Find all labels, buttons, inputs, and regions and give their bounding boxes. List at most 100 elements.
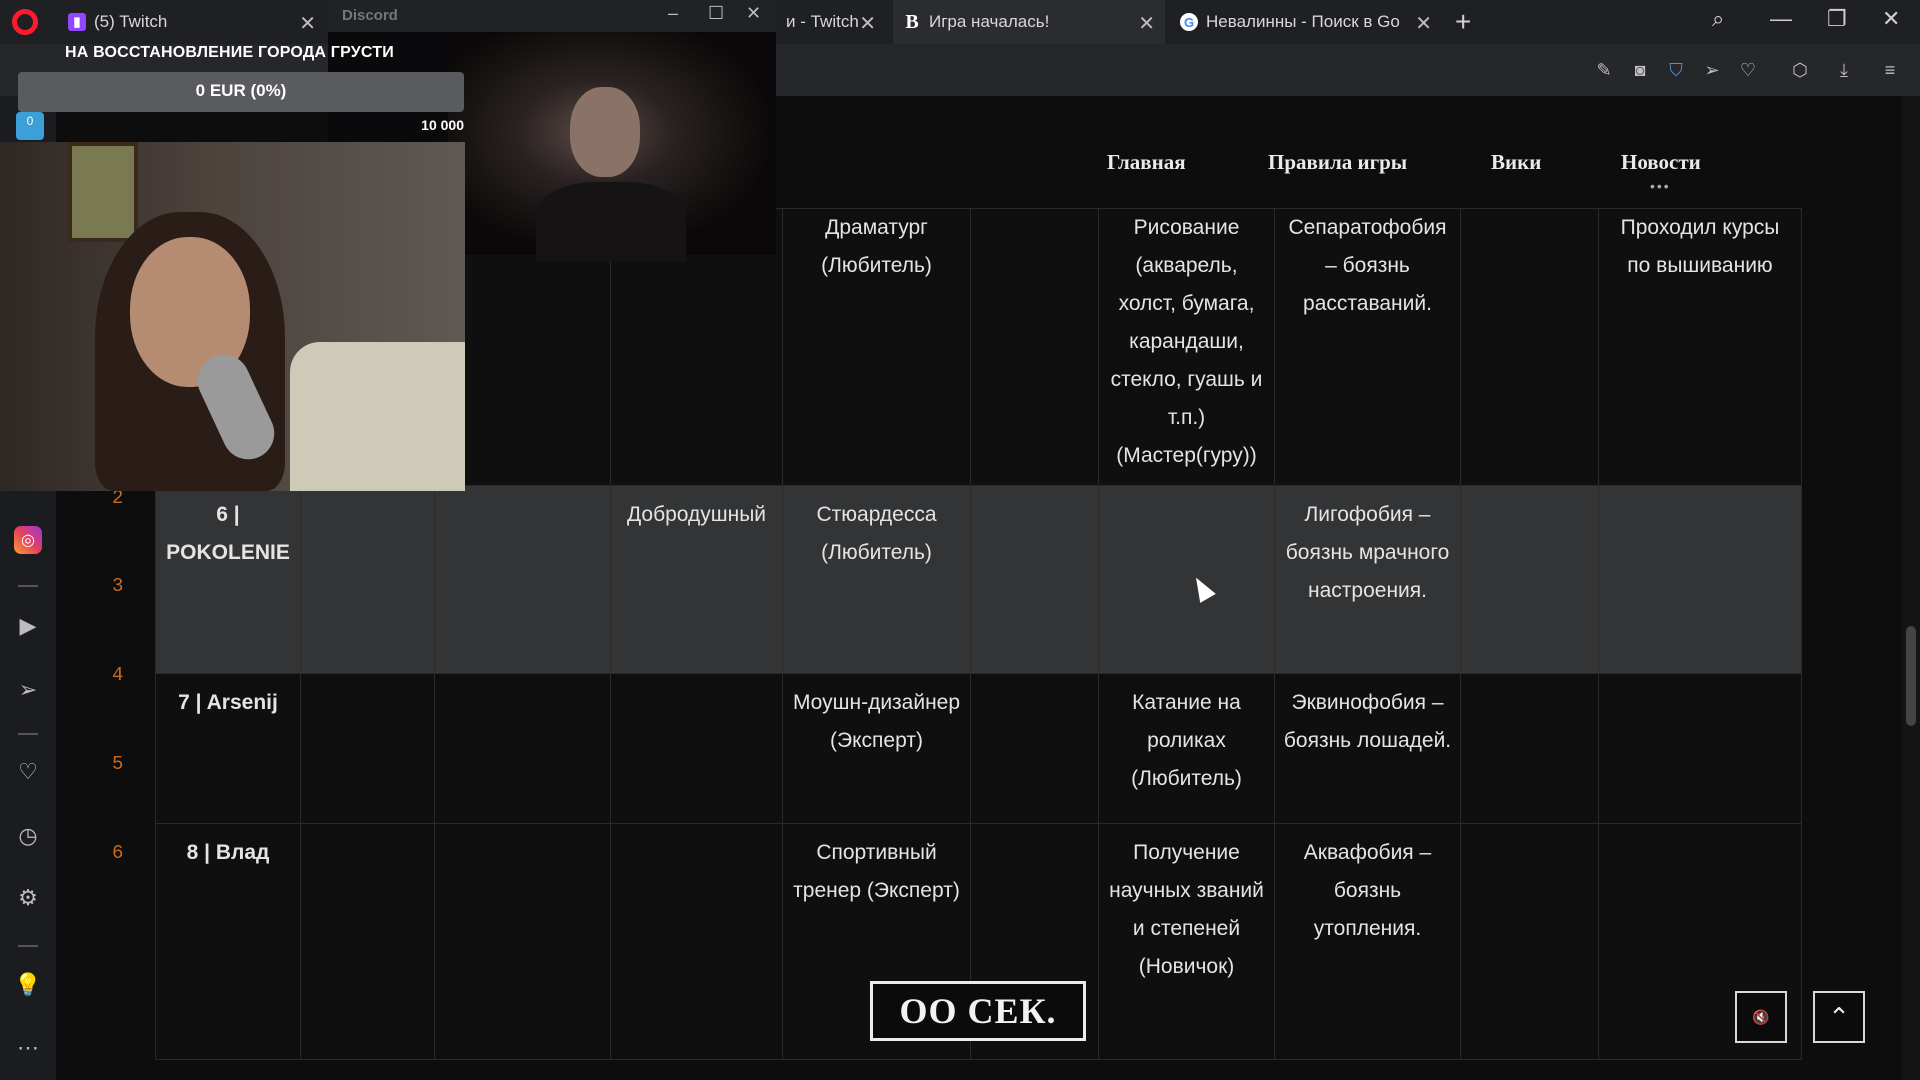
character-name-cell: 6 | POKOLENIE [155,485,301,674]
goal-target-value: 10 000 [421,117,464,133]
more-icon[interactable]: ⋯ [14,1034,42,1062]
table-cell [970,208,1099,486]
scroll-to-top-button[interactable]: ⌃ [1813,991,1865,1043]
speaker-mute-icon: 🔇 [1752,1008,1770,1025]
table-cell: Лигофобия – боязнь мрачного настроения. [1274,485,1461,674]
table-cell [1460,208,1599,486]
tab-game-started[interactable]: B Игра началась! ✕ [893,0,1165,44]
character-name-cell: 7 | Arsenij [155,673,301,824]
table-cell: Моушн-дизайнер (Эксперт) [782,673,971,824]
tab-bar: ▮ (5) Twitch ✕ и - Twitch ✕ B Игра начал… [0,0,1920,44]
table-cell: Стюардесса (Любитель) [782,485,971,674]
guest-webcam [448,32,776,262]
table-cell [610,823,783,1060]
table-cell [970,485,1099,674]
minimize-icon[interactable]: — [1770,6,1792,32]
history-clock-icon[interactable]: ◷ [14,822,42,850]
nav-more-dots[interactable]: ••• [1650,178,1671,194]
wall-picture [68,142,138,242]
page-scrollbar[interactable] [1902,96,1920,1080]
tab-label: Игра началась! [929,12,1050,31]
search-tabs-icon[interactable]: ⌕ [1712,6,1724,32]
restore-icon[interactable]: ❐ [1827,6,1847,32]
table-cell: Аквафобия – боязнь утопления. [1274,823,1461,1060]
table-cell [970,673,1099,824]
tab-label: (5) Twitch [94,12,168,31]
tab-twitch-1[interactable]: ▮ (5) Twitch ✕ [58,0,326,44]
goal-progress-bar: 0 EUR (0%) [18,72,464,112]
send-icon[interactable]: ➢ [1700,58,1724,82]
discord-title: Discord [342,7,398,24]
nav-wiki[interactable]: Вики [1491,150,1541,175]
close-icon[interactable]: ✕ [1415,11,1432,36]
close-icon[interactable]: ✕ [859,11,876,36]
download-icon[interactable]: ⤓ [1832,58,1856,82]
heart-icon[interactable]: ♡ [14,758,42,786]
tab-twitch-2[interactable]: и - Twitch ✕ [776,0,886,44]
table-cell [1460,485,1599,674]
table-cell: Драматург (Любитель) [782,208,971,486]
discord-titlebar: Discord – ☐ ✕ [328,0,776,32]
scrollbar-thumb[interactable] [1906,626,1916,726]
sidebar-divider [18,733,38,735]
close-window-icon[interactable]: ✕ [1882,6,1900,32]
table-cell: Добродушный [610,485,783,674]
tab-label: и - Twitch [786,12,859,31]
cube-icon[interactable]: ⬡ [1788,58,1812,82]
gutter-number: 3 [112,575,124,597]
twitch-icon: ▮ [68,13,86,31]
send-icon[interactable]: ➢ [14,676,42,704]
heart-icon[interactable]: ♡ [1736,58,1760,82]
table-cell [434,673,611,824]
gear-icon[interactable]: ⚙ [14,884,42,912]
guest-head [570,87,640,177]
tab-label: Невалинны - Поиск в Go [1206,12,1400,31]
sidebar-divider [18,585,38,587]
camera-icon[interactable]: ◙ [1628,58,1652,82]
sidebar-divider [18,945,38,947]
table-cell [1460,823,1599,1060]
mute-sound-button[interactable]: 🔇 [1735,991,1787,1043]
table-cell [610,673,783,824]
table-row: 7 | Arsenij Моушн-дизайнер (Эксперт) Катан… [155,673,1802,824]
table-cell [300,673,435,824]
bed [290,342,465,491]
new-tab-plus-icon[interactable]: + [1455,6,1471,38]
gutter-number: 4 [112,664,124,686]
minimize-icon[interactable]: – [668,3,678,24]
table-cell [1598,485,1802,674]
table-cell: Эквинофобия – боязнь лошадей. [1274,673,1461,824]
table-cell [434,485,611,674]
streamer-webcam [0,142,465,491]
donation-goal-widget: НА ВОССТАНОВЛЕНИЕ ГОРОДА ГРУСТИ 0 EUR (0… [0,40,468,140]
goal-min-badge: 0 [16,112,44,140]
table-cell [300,823,435,1060]
table-cell: Рисование (акварель, холст, бумага, кара… [1098,208,1275,486]
close-icon[interactable]: ✕ [1138,11,1155,36]
nav-rules[interactable]: Правила игры [1268,150,1407,175]
close-icon[interactable]: ✕ [746,3,761,24]
close-icon[interactable]: ✕ [299,11,316,36]
lightbulb-icon[interactable]: 💡 [14,971,42,999]
snap-edit-icon[interactable]: ✎ [1592,58,1616,82]
table-cell: Катание на роликах (Любитель) [1098,673,1275,824]
google-icon: G [1180,13,1198,31]
table-cell: Проходил курсы по вышиванию [1598,208,1802,486]
countdown-timer: ОО СЕК. [870,981,1086,1041]
player-icon[interactable]: ▶ [14,612,42,640]
opera-logo-icon[interactable] [12,9,38,35]
menu-icon[interactable]: ≡ [1878,58,1902,82]
table-cell [434,823,611,1060]
maximize-icon[interactable]: ☐ [708,3,724,24]
guest-body [536,182,686,262]
instagram-icon[interactable]: ◎ [14,526,42,554]
chevron-up-icon: ⌃ [1828,1001,1850,1032]
table-cell [1460,673,1599,824]
table-cell: Сепаратофобия – боязнь расставаний. [1274,208,1461,486]
gutter-number: 5 [112,753,124,775]
tab-google-search[interactable]: G Невалинны - Поиск в Go ✕ [1170,0,1442,44]
shield-icon[interactable]: ⛉ [1664,58,1688,82]
nav-news[interactable]: Новости [1621,150,1701,175]
goal-title: НА ВОССТАНОВЛЕНИЕ ГОРОДА ГРУСТИ [65,44,394,61]
nav-home[interactable]: Главная [1107,150,1186,175]
